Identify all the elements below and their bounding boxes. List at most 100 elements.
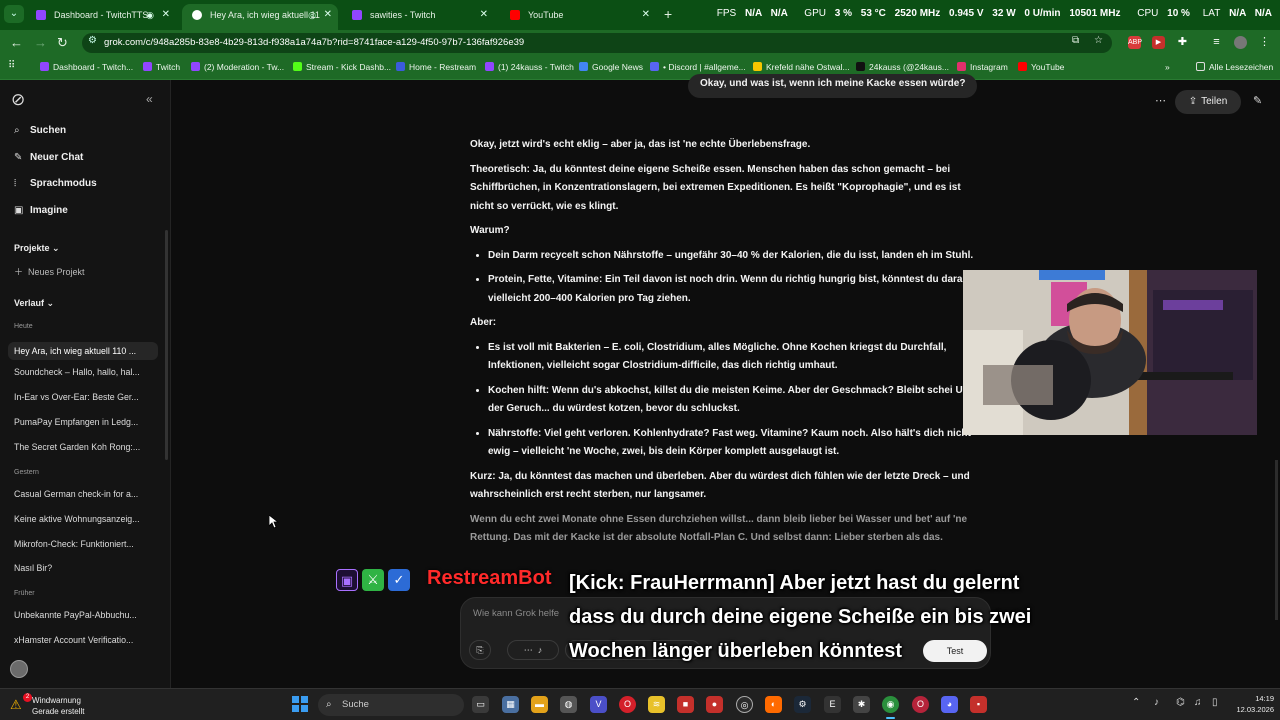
tab-youtube[interactable]: YouTube ✕	[500, 4, 656, 26]
profile-avatar[interactable]	[1234, 36, 1247, 49]
sidebar-search[interactable]: ⌕ Suchen	[14, 125, 66, 136]
task-view-icon[interactable]: ▭	[472, 696, 489, 713]
v-app-icon[interactable]: V	[590, 696, 607, 713]
network-icon[interactable]: ⌬	[1176, 697, 1185, 708]
bookmark-item[interactable]: Krefeld nähe Ostwal...	[753, 62, 850, 72]
settings-app-icon[interactable]: ✱	[853, 696, 870, 713]
google-news-icon	[579, 62, 588, 71]
restream-icon	[396, 62, 405, 71]
recording-icon: ◎	[308, 10, 316, 20]
group-label-yesterday: Gestern	[14, 469, 39, 476]
taskbar-clock[interactable]: 14:19 12.03.2026	[1234, 693, 1274, 715]
bookmark-item[interactable]: Home - Restream	[396, 62, 476, 72]
edit-icon[interactable]: ✎	[1253, 94, 1262, 107]
adblock-extension-icon[interactable]: ABP	[1128, 36, 1142, 49]
history-item[interactable]: Unbekannte PayPal-Abbuchu...	[14, 610, 156, 620]
all-bookmarks-folder[interactable]: Alle Lesezeichen	[1196, 62, 1273, 72]
history-item[interactable]: The Secret Garden Koh Rong:...	[14, 442, 156, 452]
chrome-icon[interactable]: ◉	[882, 696, 899, 719]
opera-gx-icon[interactable]: O	[912, 696, 929, 713]
weather-subtitle: Gerade erstellt	[32, 707, 85, 716]
tab-sawities-twitch[interactable]: sawities - Twitch ✕	[342, 4, 494, 26]
tab-dashboard-twitchtts[interactable]: Dashboard - TwitchTTS ◉ ✕	[26, 4, 176, 26]
audio-icon[interactable]: ◉	[146, 4, 154, 26]
windows-start-icon[interactable]	[292, 696, 308, 712]
forward-icon[interactable]: →	[34, 35, 47, 50]
history-item[interactable]: Soundcheck – Hallo, hallo, hal...	[14, 367, 156, 377]
history-item[interactable]: Hey Ara, ich wieg aktuell 110 ...	[8, 342, 158, 360]
stream-app-icon[interactable]: ▪	[970, 696, 987, 713]
calculator-icon[interactable]: ▦	[502, 696, 519, 713]
url-text[interactable]: grok.com/c/948a285b-83e8-4b29-813d-f938a…	[104, 33, 524, 53]
more-bookmarks-icon[interactable]: »	[1165, 62, 1170, 72]
bookmark-item[interactable]: Instagram	[957, 62, 1008, 72]
install-app-icon[interactable]: ⧉	[1072, 35, 1079, 46]
new-project-button[interactable]: ＋ Neues Projekt	[14, 265, 85, 278]
sidebar-new-chat[interactable]: ✎ Neuer Chat	[14, 152, 83, 163]
bookmark-item[interactable]: Google News	[579, 62, 643, 72]
bookmark-item[interactable]: Twitch	[143, 62, 180, 72]
epic-games-icon[interactable]: E	[824, 696, 841, 713]
grok-logo-icon[interactable]: ⊘	[11, 90, 25, 110]
tab-grok-chat[interactable]: Hey Ara, ich wieg aktuell 11 ◎ ✕	[182, 4, 338, 30]
history-item[interactable]: In-Ear vs Over-Ear: Beste Ger...	[14, 392, 156, 402]
bookmark-item[interactable]: Dashboard - Twitch...	[40, 62, 133, 72]
volume-icon[interactable]: ♫	[1194, 697, 1202, 708]
share-button[interactable]: ⇪ Teilen	[1175, 90, 1241, 114]
close-tab-icon[interactable]: ✕	[642, 4, 650, 26]
tab-search-button[interactable]: ⌄	[4, 5, 24, 23]
taskbar-search[interactable]: ⌕ Suche	[318, 694, 464, 716]
extensions-puzzle-icon[interactable]: ✚	[1176, 36, 1189, 49]
more-options-icon[interactable]: ⋯	[1155, 94, 1166, 107]
composer-input[interactable]: Wie kann Grok helfe	[473, 608, 559, 619]
address-bar[interactable]: ⚙ grok.com/c/948a285b-83e8-4b29-813d-f93…	[82, 33, 1112, 53]
bookmark-item[interactable]: YouTube	[1018, 62, 1064, 72]
history-item[interactable]: Keine aktive Wohnungsanzeig...	[14, 514, 156, 524]
opera-icon[interactable]: O	[619, 696, 636, 713]
sidebar-voice-mode[interactable]: ⦙ Sprachmodus	[14, 178, 97, 189]
history-header[interactable]: Verlauf ⌄	[14, 298, 54, 309]
sidebar-imagine[interactable]: ▣ Imagine	[14, 205, 68, 216]
bookmark-star-icon[interactable]: ☆	[1094, 35, 1103, 46]
back-icon[interactable]: ←	[10, 35, 23, 50]
apps-grid-icon[interactable]: ⠿	[8, 60, 15, 71]
tray-app-icon[interactable]: ▯	[1212, 697, 1218, 708]
collapse-sidebar-icon[interactable]: «	[146, 92, 153, 106]
layers-app-icon[interactable]: ≋	[648, 696, 665, 713]
user-avatar[interactable]	[10, 660, 28, 678]
projects-header[interactable]: Projekte ⌄	[14, 243, 60, 254]
obs-app-icon[interactable]: ■	[677, 696, 694, 713]
bookmark-item[interactable]: 24kauss (@24kaus...	[856, 62, 949, 72]
attach-icon[interactable]: ⎘	[469, 640, 491, 660]
file-explorer-icon[interactable]: ▬	[531, 696, 548, 713]
obs-studio-icon[interactable]: ◎	[736, 696, 753, 713]
browser-app-icon[interactable]: ◐	[765, 696, 782, 713]
bookmark-item[interactable]: Stream - Kick Dashb...	[293, 62, 391, 72]
close-tab-icon[interactable]: ✕	[162, 4, 170, 26]
close-tab-icon[interactable]: ✕	[324, 4, 332, 26]
bookmark-item[interactable]: (1) 24kauss - Twitch	[485, 62, 574, 72]
bookmark-item[interactable]: (2) Moderation - Tw...	[191, 62, 284, 72]
extension-icon[interactable]: ▶	[1152, 36, 1165, 49]
bookmark-item[interactable]: • Discord | #allgeme...	[650, 62, 746, 72]
browser-menu-icon[interactable]: ⋮	[1258, 36, 1271, 49]
mouse-app-icon[interactable]: ◍	[560, 696, 577, 713]
sidebar-scrollbar[interactable]	[165, 230, 168, 460]
microphone-icon[interactable]: ♪	[1154, 697, 1159, 708]
chat-scrollbar[interactable]	[1275, 460, 1278, 620]
history-item[interactable]: PumaPay Empfangen in Ledg...	[14, 417, 156, 427]
reload-icon[interactable]: ↻	[57, 35, 68, 51]
new-tab-button[interactable]: +	[664, 6, 672, 22]
history-item[interactable]: Casual German check-in for a...	[14, 489, 156, 499]
history-item[interactable]: Mikrofon-Check: Funktioniert...	[14, 539, 156, 549]
close-tab-icon[interactable]: ✕	[480, 4, 488, 26]
voice-input-button[interactable]: ⋯ ♪	[507, 640, 559, 660]
steam-icon[interactable]: ⚙	[794, 696, 811, 713]
history-item[interactable]: xHamster Account Verificatio...	[14, 635, 156, 645]
site-info-icon[interactable]: ⚙	[88, 35, 97, 46]
history-item[interactable]: Nasıl Bir?	[14, 563, 156, 573]
tray-overflow-icon[interactable]: ⌃	[1132, 697, 1140, 708]
media-control-icon[interactable]: ≡	[1210, 36, 1223, 49]
discord-icon[interactable]: ◕	[941, 696, 958, 713]
record-app-icon[interactable]: ●	[706, 696, 723, 713]
